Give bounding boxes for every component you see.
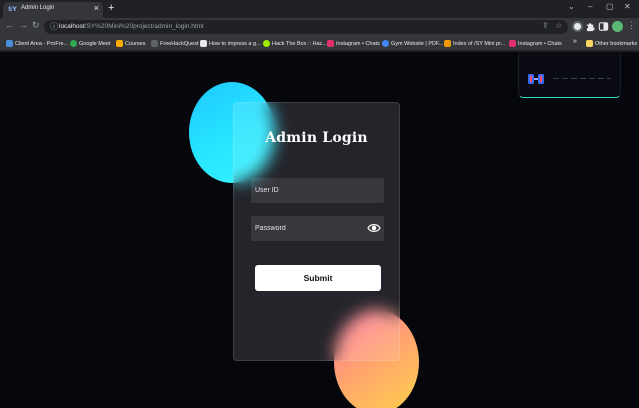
address-bar[interactable]: ⓘ localhost/SY%20Mini%20project/admin_lo… [44, 20, 568, 34]
tab-search-icon[interactable]: ⌄ [568, 2, 575, 11]
tab-admin-login[interactable]: SY Admin Login × [3, 2, 103, 18]
side-panel-icon[interactable] [598, 21, 609, 32]
bookmark-item[interactable]: Instagram • Chats [509, 38, 562, 49]
freehackquest-icon [151, 40, 158, 47]
page-icon [200, 40, 207, 47]
courses-icon [116, 40, 123, 47]
extension-icon[interactable] [572, 21, 583, 32]
mini-logo-icon [528, 74, 544, 84]
site-info-icon[interactable]: ⓘ [50, 21, 58, 32]
bookmark-item[interactable]: How to impress a g... [200, 38, 261, 49]
bookmark-item[interactable]: Courses [116, 38, 145, 49]
bookmark-item[interactable]: Google Meet [70, 38, 111, 49]
tab-strip: SY Admin Login × + ⌄ – ▢ ✕ [0, 0, 639, 18]
password-input[interactable] [251, 216, 384, 241]
submit-button[interactable]: Submit [255, 265, 381, 291]
bookmark-label: FreeHackQuest [160, 40, 199, 47]
bookmarks-bar: Client Area - ProFre... Google Meet Cour… [0, 36, 639, 51]
bookmark-label: Client Area - ProFre... [15, 40, 69, 47]
browser-window: SY Admin Login × + ⌄ – ▢ ✕ ← → ↻ ⓘ local… [0, 0, 639, 408]
bookmark-label: Instagram • Chats [336, 40, 380, 47]
floating-mini-panel [518, 52, 621, 98]
password-field-wrapper [251, 216, 384, 241]
browser-toolbar: ← → ↻ ⓘ localhost/SY%20Mini%20project/ad… [0, 18, 639, 36]
close-window-button[interactable]: ✕ [624, 2, 631, 11]
bookmark-item[interactable]: Gym Website | PDF... [382, 38, 443, 49]
bookmark-label: Other bookmarks [595, 40, 638, 47]
user-id-input[interactable] [251, 178, 384, 203]
bookmark-icon [6, 40, 13, 47]
bookmark-label: Courses [125, 40, 146, 47]
tab-favicon-icon: SY [8, 6, 17, 13]
bookmark-label: Gym Website | PDF... [391, 40, 444, 47]
url-host: localhost [59, 23, 85, 30]
page-content: Admin Login Submit [0, 52, 639, 408]
hackthebox-icon [263, 40, 270, 47]
bookmark-item[interactable]: Instagram • Chats [327, 38, 380, 49]
instagram-icon [509, 40, 516, 47]
tab-close-icon[interactable]: × [94, 3, 99, 13]
instagram-icon [327, 40, 334, 47]
gym-icon [382, 40, 389, 47]
bookmark-label: Hack The Box :: Hac... [272, 40, 327, 47]
forward-button[interactable]: → [19, 20, 28, 30]
reload-button[interactable]: ↻ [32, 20, 40, 31]
bookmarks-overflow-icon[interactable]: » [573, 38, 577, 45]
bookmark-item[interactable]: FreeHackQuest [151, 38, 199, 49]
share-icon[interactable]: ⇪ [542, 21, 549, 30]
url-path: /SY%20Mini%20project/admin_login.html [84, 23, 204, 30]
google-meet-icon [70, 40, 77, 47]
back-button[interactable]: ← [5, 20, 14, 30]
user-id-field-wrapper [251, 178, 384, 203]
minimize-button[interactable]: – [588, 2, 592, 11]
maximize-button[interactable]: ▢ [606, 2, 614, 11]
tab-title: Admin Login [21, 5, 55, 11]
bookmark-star-icon[interactable]: ☆ [555, 21, 562, 30]
profile-avatar[interactable] [612, 21, 623, 32]
bookmark-label: Index of /SY Mini pr... [453, 40, 506, 47]
extensions-puzzle-icon[interactable] [585, 21, 596, 32]
folder-index-icon [444, 40, 451, 47]
folder-icon [586, 40, 593, 47]
login-title: Admin Login [265, 130, 368, 146]
bookmark-label: Instagram • Chats [518, 40, 562, 47]
show-password-eye-icon[interactable] [367, 222, 381, 234]
bookmark-item[interactable]: Index of /SY Mini pr... [444, 38, 505, 49]
browser-menu-icon[interactable]: ⋮ [627, 20, 636, 31]
url-text[interactable]: localhost/SY%20Mini%20project/admin_logi… [59, 23, 204, 30]
bookmark-item[interactable]: Hack The Box :: Hac... [263, 38, 327, 49]
bookmark-label: How to impress a g... [209, 40, 261, 47]
new-tab-button[interactable]: + [108, 2, 114, 14]
admin-login-card: Admin Login Submit [233, 102, 400, 361]
mini-divider-line [553, 78, 611, 79]
bookmark-label: Google Meet [79, 40, 111, 47]
bookmark-item[interactable]: Client Area - ProFre... [6, 38, 68, 49]
other-bookmarks[interactable]: Other bookmarks [586, 38, 637, 49]
